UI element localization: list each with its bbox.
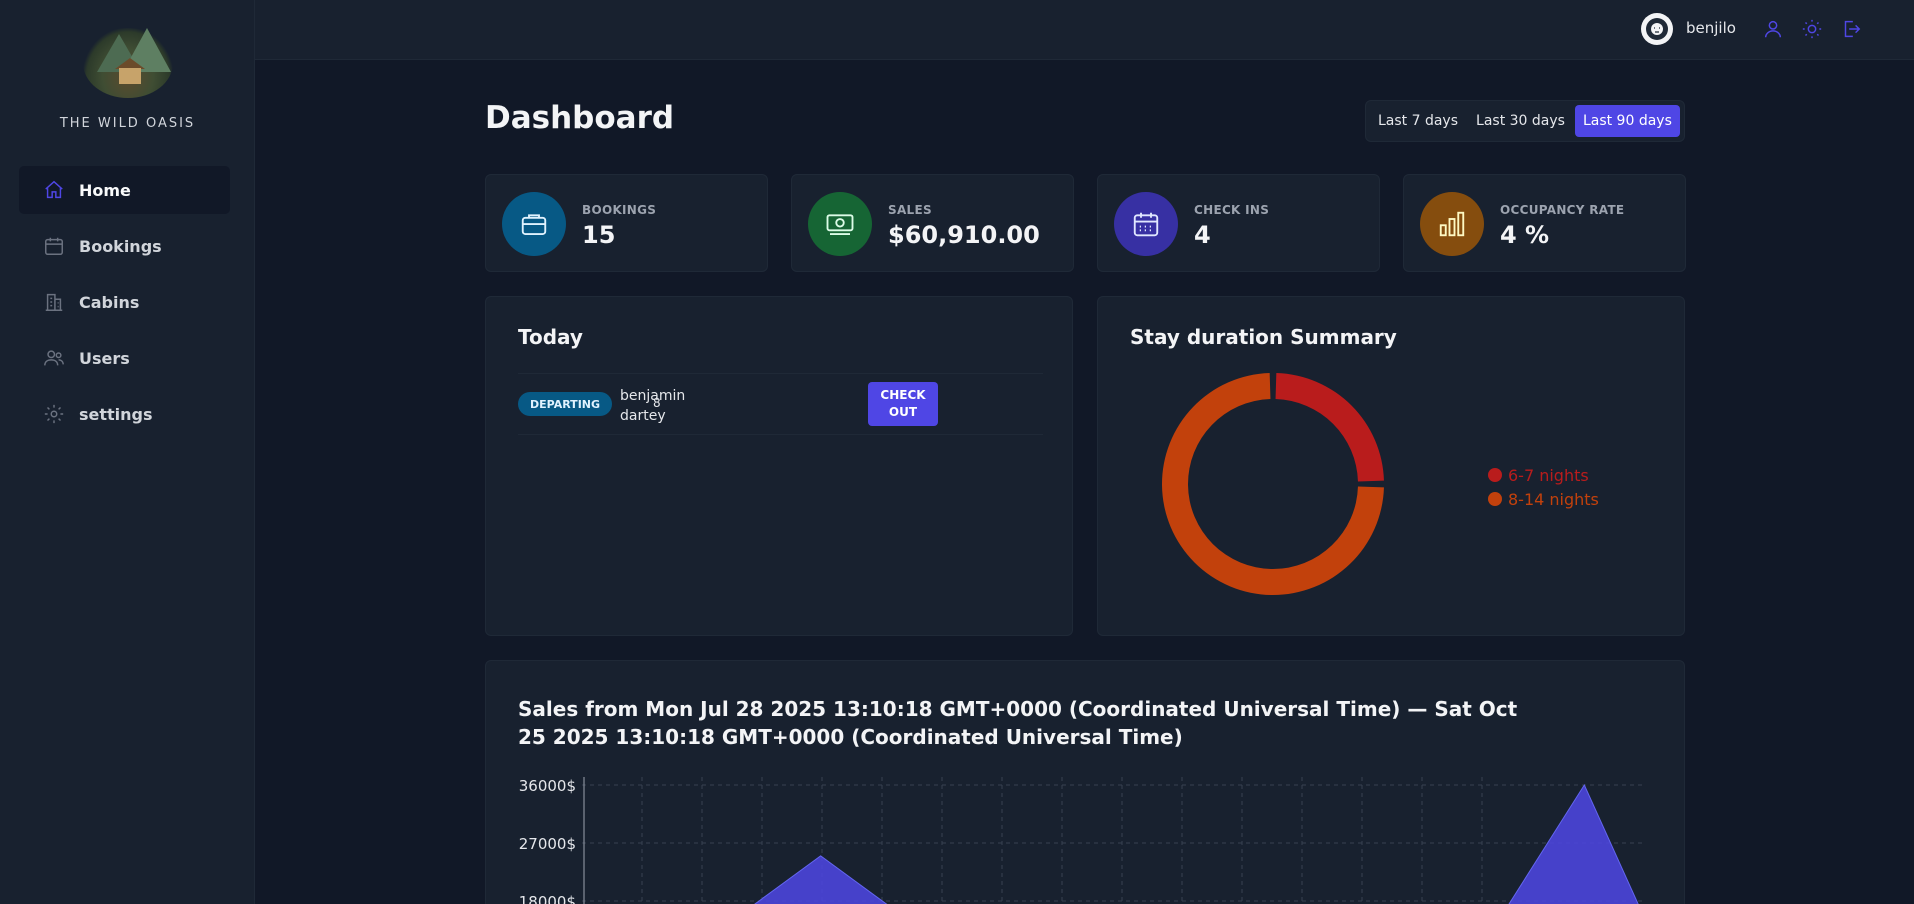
sales-area-chart xyxy=(582,777,1646,904)
stat-bookings: BOOKINGS 15 xyxy=(485,174,768,272)
date-filter: Last 7 days Last 30 days Last 90 days xyxy=(1365,100,1685,142)
status-badge: DEPARTING xyxy=(518,392,613,416)
sidebar-item-label: Cabins xyxy=(79,292,140,312)
today-panel: Today DEPARTING benjamin dartey 8 CHECK … xyxy=(485,296,1073,636)
check-out-button[interactable]: CHECK OUT xyxy=(868,382,938,426)
sidebar-item-home[interactable]: Home xyxy=(19,166,230,214)
legend-dot xyxy=(1488,492,1502,506)
guest-nights: 8 xyxy=(653,396,661,410)
chart-bar-icon xyxy=(1420,192,1484,256)
stat-label: SALES xyxy=(888,203,932,217)
sales-panel: Sales from Mon Jul 28 2025 13:10:18 GMT+… xyxy=(485,660,1685,904)
logo: THE WILD OASIS xyxy=(0,28,255,131)
y-tick-label: 18000$ xyxy=(518,893,576,904)
lion-avatar-icon xyxy=(1646,18,1668,40)
y-tick-label: 36000$ xyxy=(518,777,576,795)
calendar-icon xyxy=(45,237,63,255)
sidebar-item-label: Users xyxy=(79,348,130,368)
chart-grid xyxy=(582,777,1646,904)
legend-item: 8-14 nights xyxy=(1488,487,1599,511)
legend-item: 6-7 nights xyxy=(1488,463,1599,487)
sun-icon[interactable] xyxy=(1801,18,1823,40)
sidebar-nav: Home Bookings Cabins Users settings xyxy=(19,166,230,446)
stat-value: $60,910.00 xyxy=(888,221,1040,249)
duration-panel: Stay duration Summary 6-7 nights 8-14 ni… xyxy=(1097,296,1685,636)
stat-value: 4 xyxy=(1194,221,1211,249)
sidebar: THE WILD OASIS Home Bookings Cabins User… xyxy=(0,0,255,904)
stat-value: 15 xyxy=(582,221,616,249)
logo-image xyxy=(82,28,173,98)
legend-label: 8-14 nights xyxy=(1508,489,1599,509)
stat-label: OCCUPANCY RATE xyxy=(1500,203,1625,217)
today-title: Today xyxy=(518,325,583,349)
sidebar-item-settings[interactable]: settings xyxy=(19,390,230,438)
duration-donut-chart xyxy=(1162,373,1384,595)
sidebar-item-bookings[interactable]: Bookings xyxy=(19,222,230,270)
building-icon xyxy=(45,293,63,311)
page-title: Dashboard xyxy=(485,100,675,136)
stat-label: CHECK INS xyxy=(1194,203,1270,217)
stat-check-ins: CHECK INS 4 xyxy=(1097,174,1380,272)
legend-label: 6-7 nights xyxy=(1508,465,1589,485)
sidebar-item-cabins[interactable]: Cabins xyxy=(19,278,230,326)
filter-last-30-days[interactable]: Last 30 days xyxy=(1468,105,1573,137)
briefcase-icon xyxy=(502,192,566,256)
banknotes-icon xyxy=(808,192,872,256)
sales-title: Sales from Mon Jul 28 2025 13:10:18 GMT+… xyxy=(518,697,1518,749)
sidebar-item-label: Bookings xyxy=(79,236,162,256)
chart-legend: 6-7 nights 8-14 nights xyxy=(1488,463,1599,511)
sidebar-item-label: Home xyxy=(79,180,131,200)
brand-name: THE WILD OASIS xyxy=(59,116,196,131)
calendar-days-icon xyxy=(1114,192,1178,256)
stat-occupancy: OCCUPANCY RATE 4 % xyxy=(1403,174,1686,272)
duration-title: Stay duration Summary xyxy=(1130,325,1397,349)
filter-last-7-days[interactable]: Last 7 days xyxy=(1370,105,1466,137)
sales-series-area xyxy=(754,783,1639,904)
user-name: benjilo xyxy=(1686,19,1736,37)
donut-slice xyxy=(1275,373,1384,482)
logout-icon[interactable] xyxy=(1840,18,1862,40)
legend-dot xyxy=(1488,468,1502,482)
user-icon[interactable] xyxy=(1762,18,1784,40)
gear-icon xyxy=(44,404,64,424)
list-item: DEPARTING benjamin dartey 8 CHECK OUT xyxy=(518,373,1043,435)
stat-sales: SALES $60,910.00 xyxy=(791,174,1074,272)
stat-label: BOOKINGS xyxy=(582,203,657,217)
sidebar-item-label: settings xyxy=(79,404,153,424)
home-icon xyxy=(45,180,63,199)
filter-last-90-days[interactable]: Last 90 days xyxy=(1574,105,1680,137)
y-tick-label: 27000$ xyxy=(518,835,576,853)
stat-value: 4 % xyxy=(1500,221,1550,249)
avatar[interactable] xyxy=(1641,13,1673,45)
sidebar-item-users[interactable]: Users xyxy=(19,334,230,382)
users-icon xyxy=(44,350,64,366)
